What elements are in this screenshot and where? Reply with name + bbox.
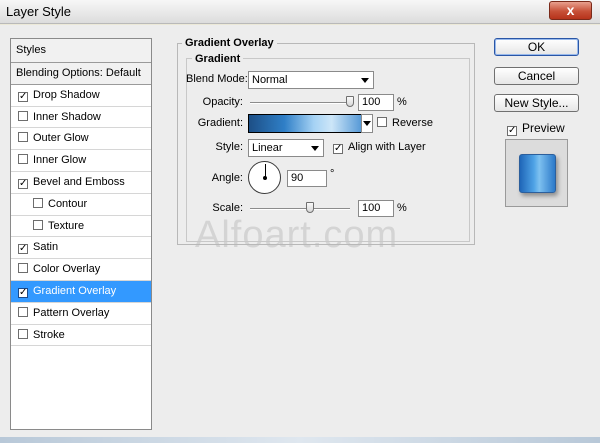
style-item-label: Bevel and Emboss bbox=[33, 175, 125, 188]
gradient-picker-dropdown[interactable] bbox=[361, 114, 373, 133]
layer-style-dialog: Styles Blending Options: Default ✓ Drop S… bbox=[0, 25, 600, 443]
style-item-label: Outer Glow bbox=[33, 132, 89, 145]
blend-mode-label: Blend Mode: bbox=[186, 73, 248, 85]
preview-swatch bbox=[519, 154, 556, 193]
close-button[interactable]: x bbox=[549, 1, 592, 20]
align-label: Align with Layer bbox=[348, 141, 426, 153]
preview-checkbox-wrap[interactable]: ✓ Preview bbox=[507, 121, 565, 136]
scale-unit: % bbox=[397, 202, 407, 214]
style-item-checkbox[interactable] bbox=[33, 197, 43, 208]
angle-input[interactable]: 90 bbox=[287, 170, 327, 187]
style-item-label: Color Overlay bbox=[33, 263, 101, 276]
style-item-label: Drop Shadow bbox=[33, 88, 100, 101]
preview-label: Preview bbox=[522, 121, 565, 135]
style-item-checkbox[interactable] bbox=[18, 263, 28, 274]
style-item[interactable]: Texture bbox=[11, 216, 151, 238]
style-item-checkbox[interactable]: ✓ bbox=[18, 244, 28, 255]
opacity-slider-thumb[interactable] bbox=[346, 96, 354, 107]
style-item[interactable]: Pattern Overlay bbox=[11, 303, 151, 325]
style-item-checkbox[interactable] bbox=[18, 110, 28, 121]
scale-label: Scale: bbox=[212, 202, 243, 214]
blend-mode-value: Normal bbox=[252, 74, 288, 86]
style-item-checkbox[interactable] bbox=[18, 306, 28, 317]
window-title: Layer Style bbox=[6, 4, 72, 19]
style-item-checkbox[interactable]: ✓ bbox=[18, 287, 28, 298]
reverse-checkbox-wrap[interactable]: Reverse bbox=[377, 117, 433, 129]
style-item-checkbox[interactable] bbox=[18, 328, 28, 339]
style-item-label: Stroke bbox=[33, 328, 65, 341]
ok-button[interactable]: OK bbox=[494, 38, 579, 56]
style-item[interactable]: ✓ Satin bbox=[11, 237, 151, 260]
new-style-button[interactable]: New Style... bbox=[494, 94, 579, 112]
desktop-strip bbox=[0, 437, 600, 443]
style-item-label: Gradient Overlay bbox=[33, 284, 117, 297]
align-checkbox[interactable]: ✓ bbox=[333, 144, 343, 154]
gradient-swatch[interactable] bbox=[248, 114, 368, 133]
style-item-checkbox[interactable]: ✓ bbox=[18, 91, 28, 102]
opacity-input[interactable]: 100 bbox=[358, 94, 394, 111]
style-value: Linear bbox=[252, 142, 283, 154]
style-item[interactable]: ✓ Drop Shadow bbox=[11, 85, 151, 107]
styles-header[interactable]: Styles bbox=[11, 39, 151, 63]
cancel-button[interactable]: Cancel bbox=[494, 67, 579, 85]
close-icon: x bbox=[566, 2, 575, 18]
angle-dial[interactable] bbox=[248, 161, 281, 194]
align-checkbox-wrap[interactable]: ✓ Align with Layer bbox=[333, 141, 426, 154]
gradient-label: Gradient: bbox=[197, 117, 243, 129]
title-bar: Layer Style x bbox=[0, 0, 600, 24]
opacity-unit: % bbox=[397, 96, 407, 108]
style-item-checkbox[interactable] bbox=[18, 132, 28, 143]
chevron-down-icon bbox=[361, 78, 369, 83]
preview-thumbnail bbox=[505, 139, 568, 207]
style-label: Style: bbox=[215, 141, 243, 153]
gradient-subgroup-title: Gradient bbox=[192, 53, 244, 65]
style-item[interactable]: Stroke bbox=[11, 325, 151, 347]
style-select[interactable]: Linear bbox=[248, 139, 324, 157]
style-item-label: Contour bbox=[48, 197, 88, 210]
scale-input[interactable]: 100 bbox=[358, 200, 394, 217]
style-item[interactable]: ✓ Bevel and Emboss bbox=[11, 172, 151, 194]
style-item[interactable]: ✓ Gradient Overlay bbox=[11, 280, 151, 303]
style-item-label: Inner Shadow bbox=[33, 110, 101, 123]
blending-options-item[interactable]: Blending Options: Default bbox=[11, 63, 151, 85]
angle-center bbox=[263, 176, 267, 180]
blend-mode-select[interactable]: Normal bbox=[248, 71, 374, 89]
style-item-label: Texture bbox=[48, 219, 85, 232]
style-item[interactable]: Outer Glow bbox=[11, 128, 151, 151]
angle-label: Angle: bbox=[211, 172, 243, 184]
style-item[interactable]: Inner Glow bbox=[11, 150, 151, 172]
reverse-label: Reverse bbox=[392, 117, 433, 129]
opacity-slider-track[interactable] bbox=[250, 102, 350, 104]
reverse-checkbox[interactable] bbox=[377, 117, 387, 127]
preview-checkbox[interactable]: ✓ bbox=[507, 126, 517, 136]
style-item[interactable]: Contour bbox=[11, 194, 151, 216]
style-item-label: Inner Glow bbox=[33, 154, 87, 167]
opacity-label: Opacity: bbox=[202, 96, 243, 108]
style-item-checkbox[interactable] bbox=[18, 154, 28, 165]
style-item-label: Pattern Overlay bbox=[33, 306, 110, 319]
gradient-overlay-title: Gradient Overlay bbox=[182, 37, 277, 49]
style-item-checkbox[interactable]: ✓ bbox=[18, 178, 28, 189]
style-item[interactable]: Inner Shadow bbox=[11, 107, 151, 129]
scale-slider-thumb[interactable] bbox=[306, 202, 314, 213]
style-item-label: Satin bbox=[33, 241, 59, 254]
scale-slider-track[interactable] bbox=[250, 208, 350, 210]
style-item-checkbox[interactable] bbox=[33, 219, 43, 230]
styles-list: Styles Blending Options: Default ✓ Drop S… bbox=[10, 38, 152, 430]
style-item[interactable]: Color Overlay bbox=[11, 259, 151, 281]
chevron-down-icon bbox=[311, 146, 319, 151]
angle-unit: ° bbox=[330, 168, 335, 180]
